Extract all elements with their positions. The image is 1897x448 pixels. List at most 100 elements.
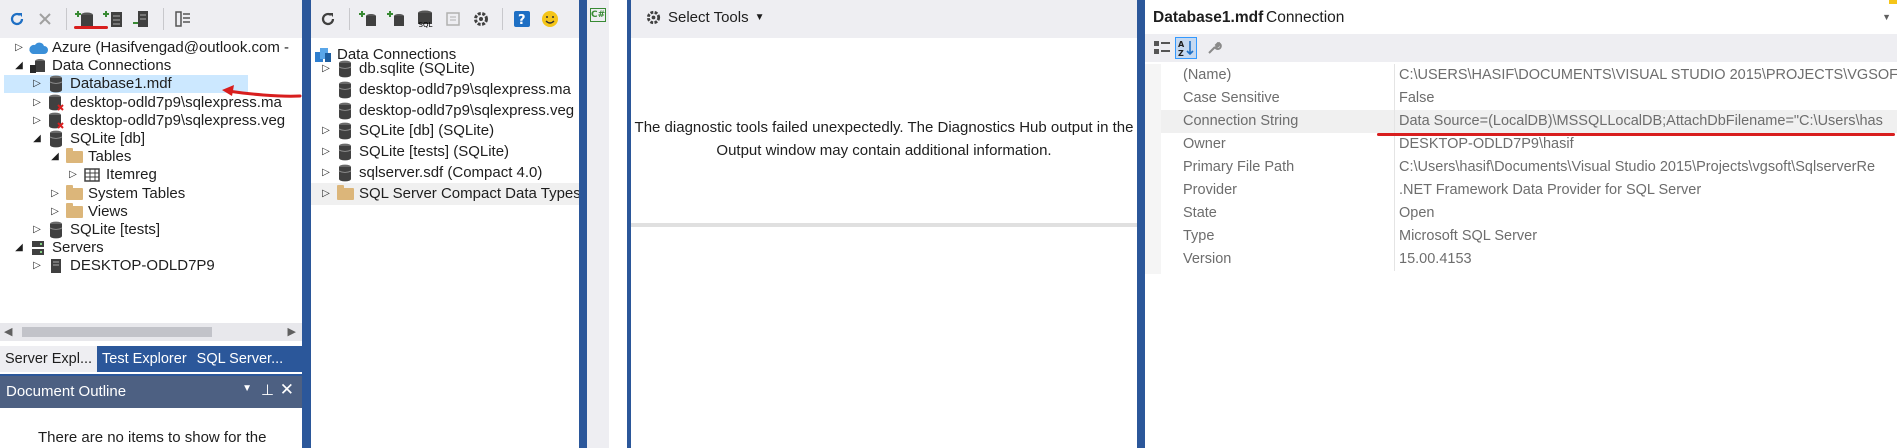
chevron-down-icon[interactable]: ▼ (1882, 12, 1891, 22)
property-row[interactable]: Version 15.00.4153 (1161, 248, 1897, 271)
collapsed-arrow-icon[interactable]: ▷ (317, 162, 335, 184)
property-pages-button[interactable] (1203, 37, 1225, 59)
script-icon (446, 12, 460, 26)
properties-button[interactable] (170, 5, 196, 33)
sql-query-button[interactable]: SQL (412, 5, 438, 33)
help-icon: ? (514, 11, 530, 28)
horizontal-scrollbar[interactable]: ◀ ▶ (0, 323, 302, 341)
add-connection-button[interactable] (356, 5, 382, 33)
properties-grid: (Name) C:\USERS\HASIF\DOCUMENTS\VISUAL ST… (1161, 64, 1897, 274)
property-row[interactable]: Primary File Path C:\Users\hasif\Document… (1161, 156, 1897, 179)
categorized-button[interactable] (1151, 37, 1173, 59)
gear-icon (474, 12, 488, 26)
tree-item[interactable]: ▷ db.sqlite (SQLite) (311, 58, 579, 80)
properties-header: Database1.mdf Connection ▼ (1145, 0, 1897, 34)
property-value[interactable]: Open (1395, 202, 1897, 225)
chevron-down-icon[interactable]: ▼ (242, 383, 252, 394)
close-icon[interactable]: ✕ (280, 380, 294, 400)
sqlite-explorer-panel: SQL ? Data Connections ▷ db.sqlite (SQLit… (311, 0, 579, 448)
scroll-left-icon[interactable]: ◀ (4, 325, 12, 338)
connect-sharepoint-button[interactable] (129, 5, 155, 33)
property-value[interactable]: .NET Framework Data Provider for SQL Ser… (1395, 179, 1897, 202)
smiley-icon (542, 11, 558, 27)
expanded-arrow-icon[interactable]: ◢ (28, 128, 46, 150)
property-name: Type (1161, 225, 1395, 248)
diagnostics-toolbar: Select Tools ▼ (631, 0, 1137, 38)
scrollbar-thumb[interactable] (22, 327, 212, 337)
select-tools-dropdown[interactable]: Select Tools ▼ (645, 9, 765, 26)
no-arrow (317, 100, 335, 122)
expanded-arrow-icon[interactable]: ◢ (46, 146, 64, 168)
script-button[interactable] (440, 5, 466, 33)
tree-item[interactable]: ▷ DESKTOP-ODLD7P9 (0, 257, 302, 275)
properties-panel: Database1.mdf Connection ▼ AZ (Name) C:\U… (1145, 0, 1897, 448)
property-row[interactable]: State Open (1161, 202, 1897, 225)
collapsed-arrow-icon[interactable]: ▷ (317, 141, 335, 163)
server-explorer-panel: ▷ Azure (Hasifvengad@outlook.com - ◢ Data … (0, 0, 302, 374)
tree-item[interactable]: ▷ sqlserver.sdf (Compact 4.0) (311, 162, 579, 184)
server-explorer-tree: ▷ Azure (Hasifvengad@outlook.com - ◢ Data … (0, 38, 302, 311)
property-row[interactable]: Connection String Data Source=(LocalDB)\M… (1161, 110, 1897, 133)
property-row[interactable]: Type Microsoft SQL Server (1161, 225, 1897, 248)
help-button[interactable]: ? (509, 5, 535, 33)
expanded-arrow-icon[interactable]: ◢ (10, 237, 28, 259)
tree-item[interactable]: ▷ SQL Server Compact Data Types (311, 182, 579, 205)
red-underline-annotation (1377, 133, 1895, 136)
property-name: Version (1161, 248, 1395, 271)
database-icon (335, 58, 355, 80)
pin-icon[interactable]: ⊥ (261, 381, 274, 399)
toolbar-separator (502, 8, 503, 30)
svg-text:Z: Z (1178, 49, 1184, 57)
refresh-icon (321, 12, 335, 26)
properties-toolbar: AZ (1145, 34, 1897, 62)
refresh-button[interactable] (4, 5, 30, 33)
collapsed-arrow-icon[interactable]: ▷ (28, 255, 46, 277)
tree-item[interactable]: desktop-odld7p9\sqlexpress.ma (311, 79, 579, 101)
property-value[interactable]: Data Source=(LocalDB)\MSSQLLocalDB;Attac… (1395, 110, 1897, 133)
refresh-icon (10, 12, 24, 26)
document-outline-empty: There are no items to show for the (38, 429, 267, 446)
collapsed-arrow-icon[interactable]: ▷ (317, 120, 335, 142)
property-name: Case Sensitive (1161, 87, 1395, 110)
database-icon (335, 79, 355, 101)
tab-sql-server[interactable]: SQL Server... (192, 346, 289, 372)
expanded-arrow-icon[interactable]: ◢ (10, 55, 28, 77)
sql-database-icon: SQL (418, 10, 432, 29)
tab-server-explorer[interactable]: Server Expl... (0, 346, 98, 372)
explorer-tab-bar: Server Expl... Test Explorer SQL Server.… (0, 346, 302, 372)
tree-item-label: db.sqlite (SQLite) (359, 60, 475, 77)
no-arrow (317, 79, 335, 101)
alphabetical-button[interactable]: AZ (1175, 37, 1197, 59)
csharp-icon[interactable]: C# (590, 8, 606, 22)
property-value[interactable]: 15.00.4153 (1395, 248, 1897, 271)
tab-test-explorer[interactable]: Test Explorer (97, 346, 192, 372)
server-explorer-toolbar (0, 0, 302, 38)
server-connect-icon (133, 11, 148, 27)
tree-item[interactable]: ▷ SQLite [tests] (SQLite) (311, 141, 579, 163)
property-row[interactable]: (Name) C:\USERS\HASIF\DOCUMENTS\VISUAL ST… (1161, 64, 1897, 87)
add-database-button[interactable] (384, 5, 410, 33)
property-value[interactable]: DESKTOP-ODLD7P9\hasif (1395, 133, 1897, 156)
scroll-right-icon[interactable]: ▶ (288, 325, 296, 338)
tree-item[interactable]: ▷ SQLite [db] (SQLite) (311, 120, 579, 142)
diagnostics-splitter[interactable] (631, 223, 1137, 227)
feedback-button[interactable] (537, 5, 563, 33)
diagnostic-tools-panel: Select Tools ▼ The diagnostic tools fail… (631, 0, 1137, 448)
tree-item[interactable]: desktop-odld7p9\sqlexpress.veg (311, 100, 579, 122)
property-row[interactable]: Provider .NET Framework Data Provider for… (1161, 179, 1897, 202)
refresh-button[interactable] (315, 5, 341, 33)
property-value[interactable]: Microsoft SQL Server (1395, 225, 1897, 248)
tree-item-label: sqlserver.sdf (Compact 4.0) (359, 164, 543, 181)
settings-button[interactable] (468, 5, 494, 33)
property-row[interactable]: Case Sensitive False (1161, 87, 1897, 110)
property-row[interactable]: Owner DESKTOP-ODLD7P9\hasif (1161, 133, 1897, 156)
collapsed-tool-strip: C# (587, 0, 609, 448)
property-value[interactable]: C:\Users\hasif\Documents\Visual Studio 2… (1395, 156, 1897, 179)
collapsed-arrow-icon[interactable]: ▷ (317, 58, 335, 80)
gear-icon (646, 10, 661, 25)
tree-item-label: SQL Server Compact Data Types (359, 184, 579, 202)
collapsed-arrow-icon[interactable]: ▷ (317, 183, 335, 205)
stop-button[interactable] (32, 5, 58, 33)
property-value[interactable]: C:\USERS\HASIF\DOCUMENTS\VISUAL STUDIO 2… (1395, 64, 1897, 87)
property-value[interactable]: False (1395, 87, 1897, 110)
